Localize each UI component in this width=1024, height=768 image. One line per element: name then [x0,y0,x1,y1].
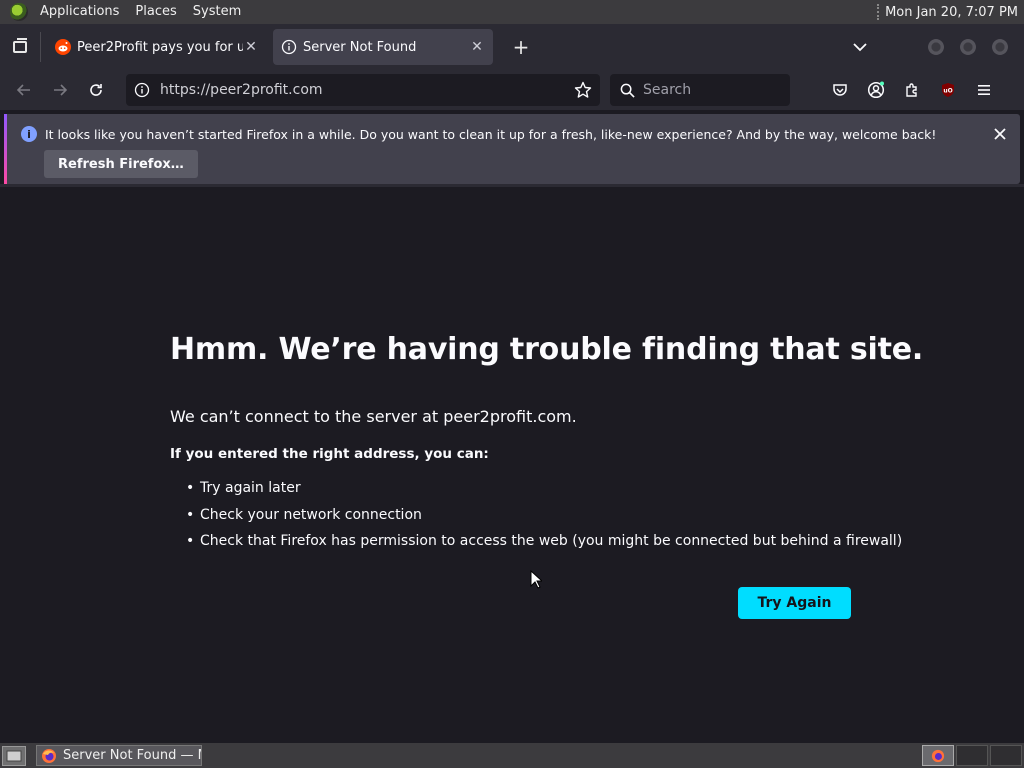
menu-system[interactable]: System [185,0,249,24]
new-tab-plus-icon[interactable]: + [505,31,537,63]
taskbar-window-firefox[interactable]: Server Not Found — Mozilla Firefox [36,745,202,766]
app-menu-button[interactable] [966,74,1002,106]
firefox-icon [42,748,56,763]
panel-grip-handle[interactable] [877,4,880,20]
refresh-firefox-button[interactable]: Refresh Firefox… [44,150,198,178]
suggestions-list: Try again later Check your network conne… [186,479,902,559]
error-description: We can’t connect to the server at peer2p… [170,407,577,426]
close-icon [994,128,1006,140]
list-item: Try again later [186,479,902,506]
desktop-menu-bar: Applications Places System [0,0,249,24]
firefox-icon [931,749,945,762]
toolbar-buttons: uO [822,74,1002,106]
taskbar-window-title: Server Not Found — Mozilla Firefox [63,748,201,763]
desktop-taskbar: Server Not Found — Mozilla Firefox [0,743,1024,768]
tab-peer2profit[interactable]: Peer2Profit pays you for unused ✕ [47,29,267,65]
mouse-cursor-icon [530,570,542,589]
page-title: Hmm. We’re having trouble finding that s… [170,332,924,367]
account-button[interactable] [858,74,894,106]
firefox-view-icon [13,38,27,53]
bookmark-star-icon[interactable] [574,81,592,99]
back-button[interactable] [6,74,42,106]
ublock-origin-button[interactable]: uO [930,74,966,106]
navigation-toolbar: https://peer2profit.com Search uO [0,70,1024,110]
account-icon [867,81,885,99]
tab-title: Server Not Found [303,39,417,55]
info-icon: i [21,126,37,142]
close-notification-icon[interactable] [990,124,1010,144]
tab-close-icon[interactable]: ✕ [469,39,485,55]
workspace-3[interactable] [990,745,1022,766]
tab-close-icon[interactable]: ✕ [243,39,259,55]
forward-button[interactable] [42,74,78,106]
puzzle-icon [906,83,917,97]
search-icon [620,83,635,98]
svg-text:uO: uO [943,88,952,95]
reload-icon [90,84,102,96]
minimize-window-button[interactable] [928,39,944,55]
try-again-button[interactable]: Try Again [738,587,851,619]
chevron-down-icon [853,43,867,52]
menu-applications[interactable]: Applications [32,0,127,24]
tab-title: Peer2Profit pays you for unused [77,39,243,55]
url-text[interactable]: https://peer2profit.com [160,82,574,98]
search-input[interactable] [643,82,773,98]
distro-logo-icon[interactable] [10,3,28,21]
desktop-icon [6,750,22,761]
close-window-button[interactable] [992,39,1008,55]
menu-places[interactable]: Places [127,0,184,24]
hamburger-menu-icon [978,85,990,95]
maximize-window-button[interactable] [960,39,976,55]
pocket-icon [833,84,847,96]
extensions-button[interactable] [894,74,930,106]
show-desktop-button[interactable] [2,745,26,766]
list-item: Check your network connection [186,506,902,533]
tab-server-not-found[interactable]: Server Not Found ✕ [273,29,493,65]
notification-message-row: i It looks like you haven’t started Fire… [21,126,936,142]
workspace-1[interactable] [922,745,954,766]
clock[interactable]: Mon Jan 20, 7:07 PM [885,5,1024,20]
error-page: Hmm. We’re having trouble finding that s… [0,187,1024,743]
workspace-2[interactable] [956,745,988,766]
reddit-icon [55,39,71,55]
firefox-view-button[interactable] [0,24,40,70]
list-item: Check that Firefox has permission to acc… [186,532,902,559]
desktop-top-panel: Applications Places System Mon Jan 20, 7… [0,0,1024,24]
url-bar[interactable]: https://peer2profit.com [126,74,600,106]
tab-bar: Peer2Profit pays you for unused ✕ Server… [0,24,1024,70]
notification-message: It looks like you haven’t started Firefo… [45,126,937,142]
list-all-tabs-button[interactable] [844,31,876,63]
arrow-left-icon [16,84,30,96]
reload-button[interactable] [78,74,114,106]
ublock-shield-icon: uO [942,83,954,97]
arrow-right-icon [54,84,68,96]
search-bar[interactable] [610,74,790,106]
info-icon [281,39,297,55]
refresh-firefox-notification: i It looks like you haven’t started Fire… [4,114,1020,184]
tab-separator [40,32,41,62]
site-info-icon[interactable] [134,82,150,98]
suggestions-heading: If you entered the right address, you ca… [170,446,489,462]
pocket-button[interactable] [822,74,858,106]
